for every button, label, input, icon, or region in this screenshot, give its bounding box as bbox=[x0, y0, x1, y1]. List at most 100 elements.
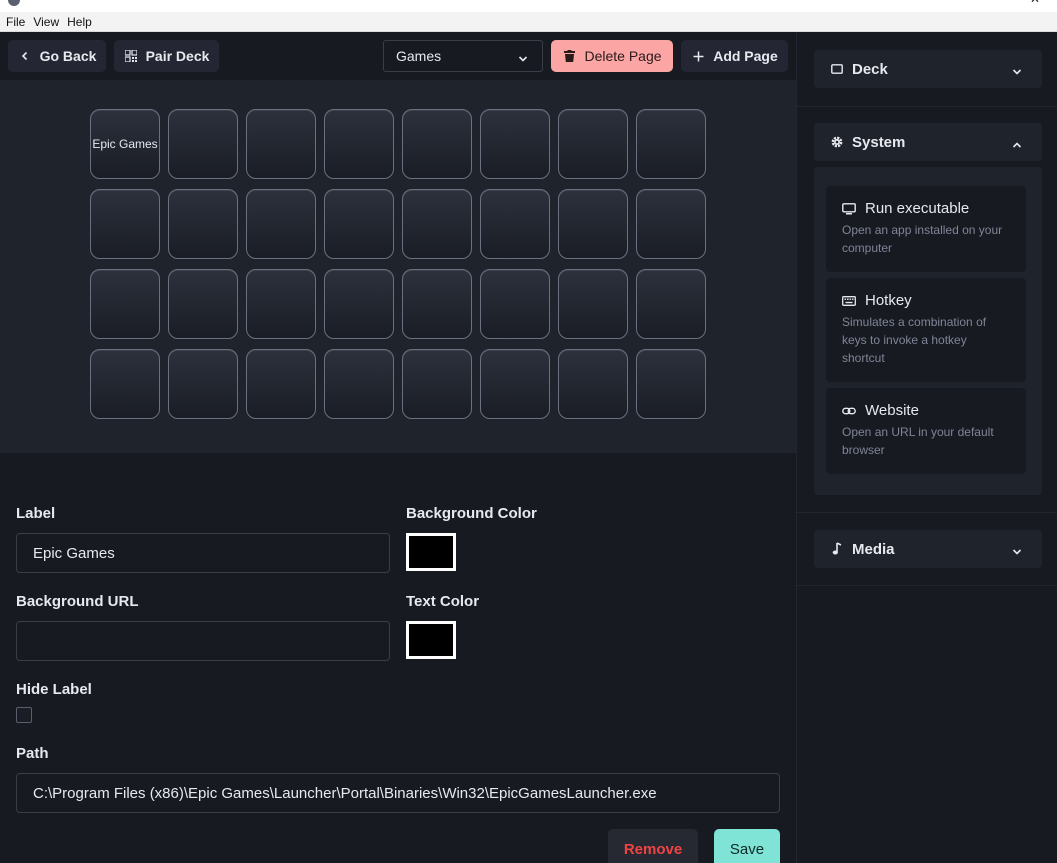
background-color-title: Background Color bbox=[406, 505, 537, 522]
deck-key[interactable] bbox=[168, 349, 238, 419]
deck-key[interactable] bbox=[558, 189, 628, 259]
label-field-title: Label bbox=[16, 505, 56, 522]
delete-page-label: Delete Page bbox=[584, 48, 662, 64]
deck-key[interactable] bbox=[90, 189, 160, 259]
action-run-executable[interactable]: Run executable Open an app installed on … bbox=[826, 186, 1026, 272]
qr-code-icon bbox=[124, 49, 138, 63]
deck-key[interactable] bbox=[480, 109, 550, 179]
deck-key-label: Epic Games bbox=[92, 137, 158, 151]
add-page-label: Add Page bbox=[713, 48, 778, 64]
window-titlebar: — ✕ bbox=[0, 0, 1057, 12]
main-panel: Go Back Pair Deck Games Delete Page Add … bbox=[0, 32, 796, 863]
deck-key[interactable] bbox=[90, 269, 160, 339]
deck-key[interactable] bbox=[402, 189, 472, 259]
go-back-label: Go Back bbox=[39, 48, 97, 64]
media-accordion-title: Media bbox=[852, 540, 895, 558]
trash-icon bbox=[562, 49, 576, 63]
chevron-down-icon bbox=[1012, 544, 1022, 555]
minimize-window-icon[interactable]: — bbox=[986, 0, 998, 6]
page-select[interactable]: Games bbox=[383, 40, 543, 72]
pair-deck-label: Pair Deck bbox=[145, 48, 210, 64]
label-input[interactable] bbox=[16, 533, 390, 573]
deck-key[interactable] bbox=[324, 349, 394, 419]
deck-key[interactable] bbox=[246, 189, 316, 259]
deck-key[interactable]: Epic Games bbox=[90, 109, 160, 179]
divider bbox=[797, 585, 1057, 586]
menubar: File View Help bbox=[0, 12, 1057, 32]
remove-button[interactable]: Remove bbox=[608, 829, 698, 863]
app-icon bbox=[8, 0, 20, 6]
close-window-icon[interactable]: ✕ bbox=[1030, 0, 1040, 6]
save-button[interactable]: Save bbox=[714, 829, 780, 863]
deck-key[interactable] bbox=[636, 349, 706, 419]
deck-key[interactable] bbox=[480, 189, 550, 259]
chevron-up-icon bbox=[1012, 137, 1022, 148]
deck-key[interactable] bbox=[402, 269, 472, 339]
add-page-button[interactable]: Add Page bbox=[681, 40, 788, 72]
deck-accordion-header[interactable]: Deck bbox=[814, 50, 1042, 88]
deck-key[interactable] bbox=[168, 109, 238, 179]
background-color-swatch[interactable] bbox=[406, 533, 456, 571]
key-settings-form: Label Background Color Background URL Te… bbox=[0, 453, 796, 863]
background-url-title: Background URL bbox=[16, 593, 139, 610]
deck-key[interactable] bbox=[168, 189, 238, 259]
background-url-input[interactable] bbox=[16, 621, 390, 661]
path-title: Path bbox=[16, 745, 49, 762]
system-accordion-header[interactable]: System bbox=[814, 123, 1042, 161]
page-select-value: Games bbox=[396, 48, 442, 64]
action-title: Hotkey bbox=[865, 292, 912, 309]
deck-key[interactable] bbox=[402, 349, 472, 419]
deck-key[interactable] bbox=[558, 349, 628, 419]
delete-page-button[interactable]: Delete Page bbox=[551, 40, 673, 72]
deck-key[interactable] bbox=[246, 109, 316, 179]
action-description: Open an URL in your default browser bbox=[842, 425, 994, 457]
deck-key[interactable] bbox=[402, 109, 472, 179]
keyboard-icon bbox=[842, 294, 856, 308]
gear-icon bbox=[830, 135, 844, 149]
menu-file[interactable]: File bbox=[2, 12, 29, 32]
deck-key[interactable] bbox=[324, 269, 394, 339]
monitor-icon bbox=[842, 202, 856, 216]
system-accordion-title: System bbox=[852, 133, 906, 151]
text-color-swatch[interactable] bbox=[406, 621, 456, 659]
action-description: Open an app installed on your computer bbox=[842, 223, 1003, 255]
chevron-down-icon bbox=[1012, 64, 1022, 75]
deck-key[interactable] bbox=[636, 189, 706, 259]
deck-key[interactable] bbox=[168, 269, 238, 339]
action-title: Run executable bbox=[865, 200, 970, 217]
deck-key[interactable] bbox=[90, 349, 160, 419]
action-title: Website bbox=[865, 402, 919, 419]
menu-view[interactable]: View bbox=[29, 12, 63, 32]
actions-sidebar: Deck System Run executable Open an app i… bbox=[796, 32, 1057, 863]
deck-key[interactable] bbox=[636, 109, 706, 179]
action-website[interactable]: Website Open an URL in your default brow… bbox=[826, 388, 1026, 474]
link-icon bbox=[842, 404, 856, 418]
deck-key[interactable] bbox=[246, 349, 316, 419]
deck-preview: Epic Games bbox=[0, 80, 796, 453]
deck-key[interactable] bbox=[324, 109, 394, 179]
toolbar: Go Back Pair Deck Games Delete Page Add … bbox=[0, 32, 796, 80]
deck-key[interactable] bbox=[246, 269, 316, 339]
deck-key[interactable] bbox=[558, 269, 628, 339]
deck-key[interactable] bbox=[324, 189, 394, 259]
deck-key[interactable] bbox=[480, 269, 550, 339]
action-hotkey[interactable]: Hotkey Simulates a combination of keys t… bbox=[826, 278, 1026, 382]
chevron-down-icon bbox=[518, 51, 528, 62]
deck-accordion-title: Deck bbox=[852, 60, 888, 78]
hide-label-checkbox[interactable] bbox=[16, 707, 32, 723]
plus-icon bbox=[691, 49, 705, 63]
pair-deck-button[interactable]: Pair Deck bbox=[114, 40, 219, 72]
path-input[interactable] bbox=[16, 773, 780, 813]
deck-key[interactable] bbox=[480, 349, 550, 419]
divider bbox=[797, 106, 1057, 107]
system-actions-list: Run executable Open an app installed on … bbox=[814, 167, 1042, 495]
action-description: Simulates a combination of keys to invok… bbox=[842, 315, 987, 365]
deck-key[interactable] bbox=[636, 269, 706, 339]
menu-help[interactable]: Help bbox=[63, 12, 96, 32]
hide-label-title: Hide Label bbox=[16, 681, 92, 698]
divider bbox=[797, 512, 1057, 513]
deck-key[interactable] bbox=[558, 109, 628, 179]
square-icon bbox=[830, 62, 844, 76]
media-accordion-header[interactable]: Media bbox=[814, 530, 1042, 568]
go-back-button[interactable]: Go Back bbox=[8, 40, 106, 72]
